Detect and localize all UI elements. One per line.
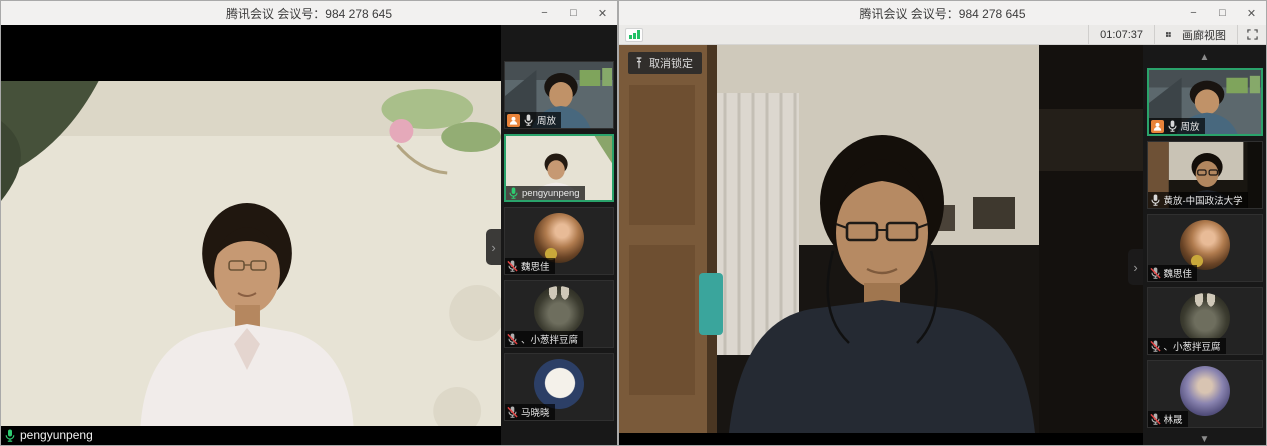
participant-name-tag: 黄放-中国政法大学 xyxy=(1148,192,1248,208)
titlebar[interactable]: 腾讯会议 会议号：984 278 645 − □ ✕ xyxy=(1,1,617,25)
participant-name: pengyunpeng xyxy=(522,188,580,199)
maximize-button[interactable]: □ xyxy=(559,1,588,25)
participant-avatar xyxy=(1180,366,1230,416)
host-badge-icon xyxy=(1151,120,1164,133)
participant-name: 、小葱拌豆腐 xyxy=(521,332,578,346)
mic-muted-icon xyxy=(1150,413,1161,425)
network-signal-icon xyxy=(625,28,643,42)
close-button[interactable]: ✕ xyxy=(1237,1,1266,25)
fullscreen-button[interactable] xyxy=(1238,25,1266,44)
participant-name-tag: 马晓晓 xyxy=(505,404,555,420)
participant-thumbnail[interactable]: 黄放-中国政法大学 xyxy=(1147,141,1263,209)
unpin-label: 取消锁定 xyxy=(649,55,693,71)
participant-thumbnail[interactable]: 周放 xyxy=(1147,68,1263,136)
participant-thumbnail[interactable]: 林晟 xyxy=(1147,360,1263,428)
participant-name: 魏思佳 xyxy=(521,259,550,273)
mic-on-icon xyxy=(4,429,16,442)
participant-name-tag: 魏思佳 xyxy=(1148,265,1198,281)
participant-thumbnail[interactable]: 魏思佳 xyxy=(504,207,614,275)
participant-avatar xyxy=(1180,220,1230,270)
window-title: 腾讯会议 会议号：984 278 645 xyxy=(619,5,1266,22)
gallery-view-label: 画廊视图 xyxy=(1182,27,1226,43)
minimize-button[interactable]: − xyxy=(1179,1,1208,25)
desktop-canvas: 腾讯会议 会议号：984 278 645 − □ ✕ xyxy=(0,0,1267,446)
mic-muted-icon xyxy=(1150,340,1161,352)
mic-on-icon xyxy=(523,114,534,126)
mic-muted-icon xyxy=(507,333,518,345)
participant-thumbnail[interactable]: 、小葱拌豆腐 xyxy=(504,280,614,348)
participant-name: 林晟 xyxy=(1164,412,1183,426)
meeting-window-right: 腾讯会议 会议号：984 278 645 − □ ✕ 01:07:37 画廊视图 xyxy=(618,0,1267,446)
sidebar-collapse-handle[interactable]: › xyxy=(1128,249,1143,285)
mic-on-icon xyxy=(508,187,519,199)
window-controls: − □ ✕ xyxy=(1179,1,1266,25)
meeting-timer: 01:07:37 xyxy=(1088,25,1155,44)
unpin-button[interactable]: 取消锁定 xyxy=(628,52,702,74)
participant-thumbnail[interactable]: 、小葱拌豆腐 xyxy=(1147,287,1263,355)
toolbar-right-group: 01:07:37 画廊视图 xyxy=(1088,25,1266,44)
participant-name: 周放 xyxy=(1181,119,1200,133)
scroll-up-arrow[interactable]: ▲ xyxy=(1143,51,1266,64)
participant-avatar xyxy=(534,286,584,336)
mic-on-icon xyxy=(1150,194,1161,206)
participant-avatar xyxy=(1180,293,1230,343)
window-title: 腾讯会议 会议号：984 278 645 xyxy=(1,5,617,22)
host-badge-icon xyxy=(507,114,520,127)
participant-thumbnail[interactable]: 马晓晓 xyxy=(504,353,614,421)
gallery-view-button[interactable]: 画廊视图 xyxy=(1155,25,1238,44)
mic-muted-icon xyxy=(507,260,518,272)
participant-name: 马晓晓 xyxy=(521,405,550,419)
minimize-button[interactable]: − xyxy=(530,1,559,25)
participant-name-tag: 周放 xyxy=(1149,118,1205,134)
participants-sidebar: ▲ xyxy=(1143,45,1266,445)
meeting-content: 取消锁定 › ▲ xyxy=(619,45,1266,445)
maximize-button[interactable]: □ xyxy=(1208,1,1237,25)
sidebar-collapse-handle[interactable]: › xyxy=(486,229,501,265)
mic-muted-icon xyxy=(1150,267,1161,279)
participant-name: 周放 xyxy=(537,113,556,127)
main-video-feed xyxy=(619,45,1143,433)
participant-name-tag: 、小葱拌豆腐 xyxy=(1148,338,1226,354)
participant-name-tag: 林晟 xyxy=(1148,411,1188,427)
active-speaker-name: pengyunpeng xyxy=(20,428,93,442)
participants-sidebar: 周放 pengyunp xyxy=(501,25,617,445)
participant-name: 、小葱拌豆腐 xyxy=(1164,339,1221,353)
participant-thumbnail[interactable]: pengyunpeng xyxy=(504,134,614,202)
meeting-window-left: 腾讯会议 会议号：984 278 645 − □ ✕ xyxy=(0,0,618,446)
meeting-content: pengyunpeng › xyxy=(1,25,617,445)
window-controls: − □ ✕ xyxy=(530,1,617,25)
main-video-stage: 取消锁定 › xyxy=(619,45,1143,445)
participant-avatar xyxy=(534,213,584,263)
scroll-down-arrow[interactable]: ▼ xyxy=(1143,433,1266,446)
participant-name: 黄放-中国政法大学 xyxy=(1164,193,1243,207)
participant-thumbnail[interactable]: 周放 xyxy=(504,61,614,129)
participant-name: 魏思佳 xyxy=(1164,266,1193,280)
participant-name-tag: 周放 xyxy=(505,112,561,128)
mic-on-icon xyxy=(1167,120,1178,132)
active-speaker-name-tag: pengyunpeng xyxy=(1,426,103,444)
pin-icon xyxy=(634,57,644,69)
fullscreen-icon xyxy=(1247,29,1258,40)
participant-name-tag: 、小葱拌豆腐 xyxy=(505,331,583,347)
titlebar[interactable]: 腾讯会议 会议号：984 278 645 − □ ✕ xyxy=(619,1,1266,25)
close-button[interactable]: ✕ xyxy=(588,1,617,25)
participant-avatar xyxy=(534,359,584,409)
grid-icon xyxy=(1166,29,1177,40)
participant-name-tag: 魏思佳 xyxy=(505,258,555,274)
participant-thumbnail[interactable]: 魏思佳 xyxy=(1147,214,1263,282)
participant-name-tag: pengyunpeng xyxy=(506,186,585,200)
main-video-stage: pengyunpeng › xyxy=(1,25,501,445)
mic-muted-icon xyxy=(507,406,518,418)
main-video-feed xyxy=(1,81,501,426)
meeting-toolbar: 01:07:37 画廊视图 xyxy=(619,25,1266,45)
